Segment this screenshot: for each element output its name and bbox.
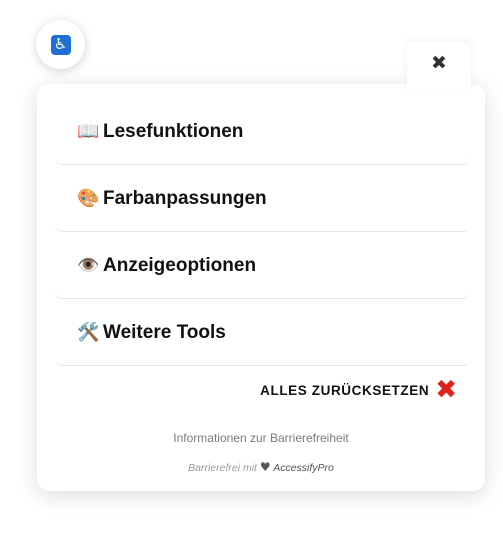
section-reading-functions[interactable]: 📖 Lesefunktionen bbox=[55, 99, 471, 165]
book-icon: 📖 bbox=[77, 121, 100, 142]
credit-line: Barrierefrei mit ♥ AccessifyPro bbox=[37, 460, 485, 474]
section-label: Anzeigeoptionen bbox=[103, 254, 257, 276]
heart-icon: ♥ bbox=[259, 460, 271, 474]
cross-icon: ✖ bbox=[435, 375, 457, 405]
reset-all-button[interactable]: ALLES ZURÜCKSETZEN ✖ bbox=[260, 377, 457, 403]
section-list: 📖 Lesefunktionen 🎨 Farbanpassungen 👁️ An… bbox=[55, 99, 471, 367]
reset-label: ALLES ZURÜCKSETZEN bbox=[260, 382, 430, 398]
wheelchair-icon: ♿ bbox=[50, 34, 71, 55]
credit-prefix: Barrierefrei mit bbox=[188, 462, 257, 474]
palette-icon: 🎨 bbox=[77, 188, 100, 209]
page: ♿ ✖ 📖 Lesefunktionen 🎨 Farbanpassungen 👁… bbox=[0, 0, 503, 536]
brand-link[interactable]: AccessifyPro bbox=[273, 462, 334, 474]
accessibility-info-link[interactable]: Informationen zur Barrierefreiheit bbox=[37, 431, 485, 445]
section-label: Lesefunktionen bbox=[103, 120, 244, 142]
eye-icon: 👁️ bbox=[77, 255, 100, 276]
accessibility-panel: 📖 Lesefunktionen 🎨 Farbanpassungen 👁️ An… bbox=[37, 84, 485, 491]
tools-icon: 🛠️ bbox=[77, 322, 100, 343]
section-more-tools[interactable]: 🛠️ Weitere Tools bbox=[55, 300, 471, 366]
section-label: Weitere Tools bbox=[103, 321, 226, 343]
close-icon: ✖ bbox=[431, 51, 447, 74]
section-display-options[interactable]: 👁️ Anzeigeoptionen bbox=[55, 233, 471, 299]
section-label: Farbanpassungen bbox=[103, 187, 267, 209]
close-button[interactable]: ✖ bbox=[407, 42, 471, 90]
section-color-adjustments[interactable]: 🎨 Farbanpassungen bbox=[55, 166, 471, 232]
accessibility-toggle-button[interactable]: ♿ bbox=[36, 20, 85, 69]
